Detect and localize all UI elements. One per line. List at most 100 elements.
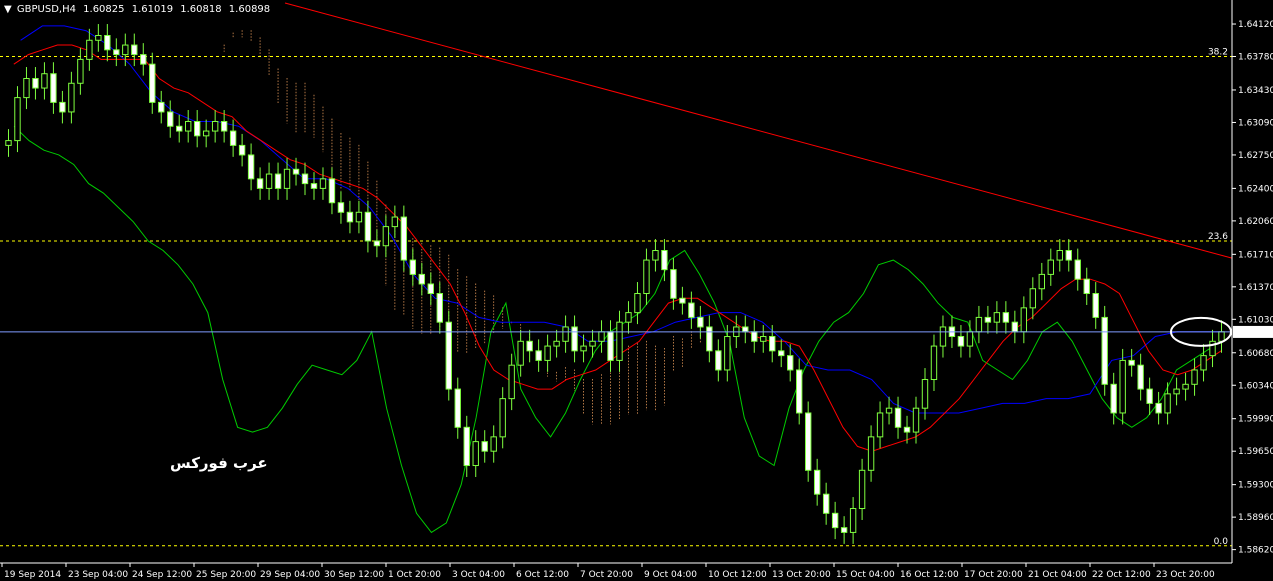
open-value: 1.60825 (83, 4, 125, 15)
candle-body (1209, 340, 1216, 357)
price-chart[interactable]: 38.2 23.6 0.0 1.60898 1.64120 1.63780 1.6343… (0, 0, 1273, 581)
y-tick-label: 1.62400 (1238, 184, 1273, 194)
x-tick-label: 19 Sep 2014 (4, 570, 61, 580)
candle-body (921, 379, 929, 409)
candle-body (544, 345, 551, 361)
candle-body (1002, 312, 1010, 323)
candle-body (1164, 393, 1171, 414)
candle-body (849, 508, 857, 533)
x-tick-label: 21 Oct 04:00 (1028, 570, 1087, 580)
y-tick-label: 1.64120 (1238, 20, 1273, 30)
candle-body (59, 101, 66, 113)
candle-body (1191, 369, 1198, 385)
candle-body (1074, 259, 1081, 280)
candle-body (867, 436, 875, 471)
candle-body (894, 407, 902, 428)
candle-body (1200, 355, 1207, 371)
x-tick-label: 10 Oct 12:00 (708, 570, 767, 580)
candle-body (14, 97, 21, 142)
candle-body (418, 273, 426, 285)
y-tick-label: 1.59990 (1238, 415, 1273, 425)
candle-body (876, 412, 884, 438)
watermark-text: عرب فوركس (170, 454, 268, 472)
candle-body (769, 336, 776, 352)
candle-body (1182, 383, 1189, 390)
candle-body (526, 340, 533, 352)
candle-body (104, 34, 111, 51)
candle-body (1092, 293, 1099, 318)
fib-label: 38.2 (1208, 48, 1228, 58)
candle-body (742, 326, 749, 333)
candle-body (652, 250, 659, 261)
dropdown-triangle-icon[interactable]: ▼ (4, 4, 12, 15)
candle-body (796, 369, 803, 414)
candle-body (688, 302, 695, 318)
candle-body (966, 331, 974, 347)
candle-body (229, 130, 237, 146)
candle-body (77, 58, 84, 84)
candle-body (616, 321, 623, 361)
candle-body (1119, 359, 1126, 414)
x-tick-label: 23 Sep 04:00 (68, 570, 128, 580)
candle-body (472, 441, 479, 467)
low-value: 1.60818 (180, 4, 222, 15)
candle-body (50, 73, 57, 103)
candle-body (409, 259, 417, 275)
x-tick-label: 7 Oct 20:00 (580, 570, 633, 580)
candle-body (1101, 316, 1108, 385)
candle-body (400, 216, 408, 261)
candle-body (1128, 359, 1135, 366)
candle-body (283, 168, 291, 189)
candle-body (840, 527, 848, 533)
candle-body (831, 512, 839, 529)
candle-body (1011, 321, 1019, 333)
candle-body (436, 293, 443, 323)
candle-body (427, 283, 434, 295)
x-tick-label: 25 Sep 20:00 (196, 570, 256, 580)
candle-body (265, 173, 273, 189)
x-tick-label: 29 Sep 04:00 (260, 570, 320, 580)
candle-body (158, 101, 165, 113)
candle-body (5, 140, 12, 146)
candle-body (140, 54, 147, 65)
y-tick-label: 1.59300 (1238, 481, 1273, 491)
candle-body (580, 345, 587, 352)
candle-body (247, 154, 255, 180)
candle-body (1056, 250, 1063, 261)
y-tick-label: 1.63090 (1238, 118, 1273, 128)
fib-label: 23.6 (1208, 232, 1228, 242)
candle-body (238, 144, 246, 156)
candle-body (193, 120, 201, 137)
candle-body (787, 355, 794, 371)
x-tick-label: 23 Oct 20:00 (1156, 570, 1215, 580)
y-tick-label: 1.62750 (1238, 151, 1273, 161)
y-tick-label: 1.60680 (1238, 349, 1273, 359)
candle-body (517, 340, 524, 366)
candle-body (220, 120, 228, 132)
y-tick-label: 1.59650 (1238, 447, 1273, 457)
candle-body (490, 436, 497, 452)
candle-body (751, 331, 758, 342)
candle-body (984, 316, 992, 323)
candle-body (760, 336, 767, 342)
candle-body (23, 77, 30, 99)
candle-body (562, 326, 569, 342)
candle-body (598, 331, 605, 342)
symbol-label: GBPUSD,H4 (16, 4, 76, 15)
candle-body (211, 120, 219, 132)
candle-body (32, 77, 39, 89)
candle-body (724, 336, 731, 371)
candle-body (149, 63, 156, 103)
candle-body (1083, 278, 1090, 295)
candle-body (607, 331, 614, 361)
x-tick-label: 6 Oct 12:00 (516, 570, 569, 580)
candle-body (625, 312, 632, 323)
candle-body (1065, 250, 1072, 261)
candle-body (131, 44, 138, 56)
candle-body (346, 211, 354, 223)
candle-body (912, 407, 920, 433)
x-tick-label: 22 Oct 12:00 (1092, 570, 1151, 580)
candle-body (202, 130, 210, 137)
candle-body (885, 407, 893, 414)
y-tick-label: 1.63430 (1238, 86, 1273, 96)
